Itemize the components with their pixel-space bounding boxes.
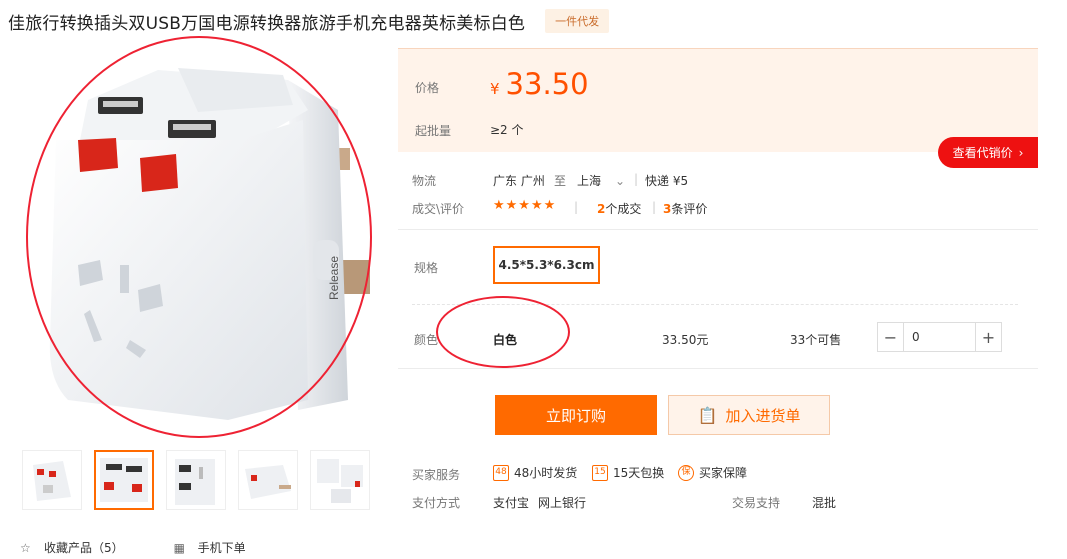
variant-price: 33.50元 <box>662 333 709 347</box>
thumbnail-5[interactable] <box>310 450 370 510</box>
logistics-to-word: 至 <box>554 174 567 188</box>
dotted-separator <box>412 304 1018 305</box>
logistics-destination-select[interactable]: 上海 ⌄ <box>577 172 625 189</box>
payment-bank: 网上银行 <box>538 496 587 510</box>
divider: | <box>652 200 657 214</box>
reviews-link[interactable]: 3条评价 <box>663 200 707 217</box>
price-label: 价格 <box>415 81 440 95</box>
price-value: ¥ 33.50 <box>490 67 589 101</box>
color-value[interactable]: 白色 <box>493 331 517 348</box>
payment-alipay: 支付宝 <box>493 496 530 510</box>
service-text: 15天包换 <box>613 466 665 480</box>
thumbnail-2[interactable] <box>94 450 154 510</box>
shipping-fee: 快递 ¥5 <box>645 174 689 188</box>
increase-button[interactable]: + <box>975 323 1001 351</box>
agent-button-label: 查看代销价 <box>952 146 1013 160</box>
service-text: 48小时发货 <box>514 466 578 480</box>
variant-stock: 33个可售 <box>790 333 842 347</box>
dropship-badge[interactable]: 一件代发 <box>545 9 610 33</box>
thumbnail-4[interactable] <box>238 450 298 510</box>
divider: | <box>634 172 639 186</box>
48h-icon: 48 <box>493 464 509 481</box>
favorite-link[interactable]: ☆ 收藏产品（5） <box>20 539 124 556</box>
mobile-order-link[interactable]: ▦ 手机下单 <box>174 539 246 556</box>
min-order-label: 起批量 <box>415 124 452 138</box>
trade-support-label: 交易支持 <box>732 496 781 510</box>
title-row: 佳旅行转换插头双USB万国电源转换器旅游手机充电器英标美标白色 一件代发 <box>8 8 610 34</box>
divider: | <box>574 200 579 214</box>
min-order-value: ≥2 个 <box>490 123 524 137</box>
qrcode-icon: ▦ <box>173 541 185 555</box>
order-label: 立即订购 <box>545 406 606 425</box>
cart-label: 加入进货单 <box>725 406 801 425</box>
service-item-48h[interactable]: 48 48小时发货 <box>493 464 577 481</box>
service-text: 买家保障 <box>699 466 748 480</box>
currency-symbol: ¥ <box>490 80 500 98</box>
shield-icon: 保 <box>678 464 694 481</box>
price-panel: 价格 ¥ 33.50 起批量 ≥2 个 <box>398 48 1038 152</box>
trade-support-value: 混批 <box>812 496 837 510</box>
rating-stars: ★★★★★ <box>493 198 557 213</box>
spec-label: 规格 <box>414 261 439 275</box>
destination-value: 上海 <box>577 174 602 188</box>
quantity-stepper: − 0 + <box>877 322 1002 352</box>
spec-option-selected[interactable]: 4.5*5.3*6.3cm <box>493 246 600 284</box>
view-agent-price-button[interactable]: 查看代销价 › <box>938 137 1038 168</box>
separator <box>398 368 1038 369</box>
decrease-button[interactable]: − <box>878 323 904 351</box>
chevron-right-icon: › <box>1018 145 1024 160</box>
price-amount: 33.50 <box>505 67 589 101</box>
logistics-from: 广东 广州 <box>493 174 545 188</box>
product-title: 佳旅行转换插头双USB万国电源转换器旅游手机充电器英标美标白色 <box>8 13 526 34</box>
quantity-input[interactable]: 0 <box>904 323 975 351</box>
order-now-button[interactable]: 立即订购 <box>495 395 657 435</box>
color-label: 颜色 <box>414 333 439 347</box>
add-to-cart-button[interactable]: 📋 加入进货单 <box>668 395 830 435</box>
review-text: 条评价 <box>671 202 708 216</box>
deals-text: 个成交 <box>605 202 642 216</box>
deals-link[interactable]: 2个成交 <box>597 200 641 217</box>
15day-icon: 15 <box>592 464 608 481</box>
thumbnail-3[interactable] <box>166 450 226 510</box>
thumbnail-1[interactable] <box>22 450 82 510</box>
mobile-label: 手机下单 <box>197 541 246 555</box>
favorite-label: 收藏产品（5） <box>44 541 124 555</box>
payment-label: 支付方式 <box>412 496 461 510</box>
service-label: 买家服务 <box>412 468 461 482</box>
thumbnail-strip <box>22 450 370 510</box>
logistics-label: 物流 <box>412 174 437 188</box>
service-item-15day[interactable]: 15 15天包换 <box>592 464 664 481</box>
chevron-down-icon: ⌄ <box>615 174 626 188</box>
main-product-image[interactable]: Release <box>8 40 388 435</box>
reviews-label: 成交\评价 <box>412 202 465 216</box>
star-outline-icon: ☆ <box>20 541 31 555</box>
service-item-protection[interactable]: 保买家保障 <box>678 464 747 481</box>
spec-value: 4.5*5.3*6.3cm <box>498 258 595 272</box>
separator <box>398 229 1038 230</box>
svg-text:Release: Release <box>327 256 341 300</box>
clipboard-icon: 📋 <box>697 405 718 425</box>
bottom-links: ☆ 收藏产品（5） ▦ 手机下单 <box>20 539 246 556</box>
